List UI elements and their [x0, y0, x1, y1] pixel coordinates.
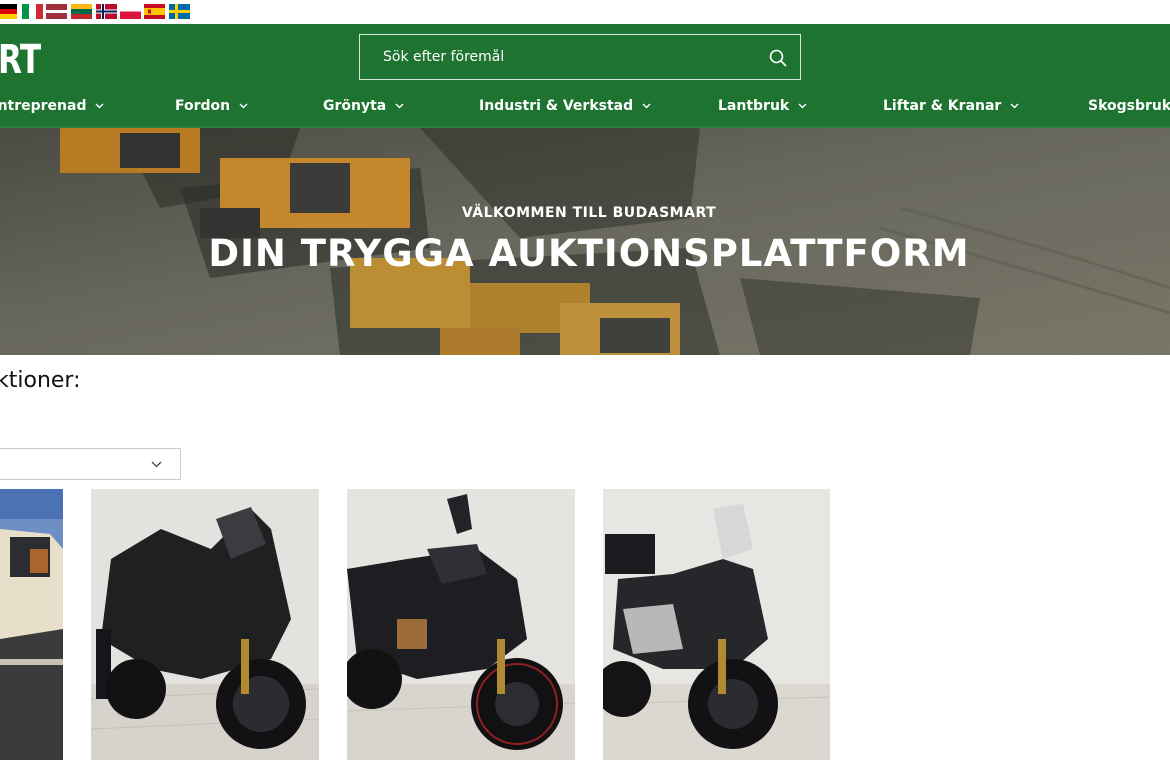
hero-title: DIN TRYGGA AUKTIONSPLATTFORM [208, 232, 970, 275]
nav-item-entreprenad[interactable]: Entreprenad [0, 98, 104, 114]
chevron-down-icon [642, 103, 651, 109]
flag-lithuanian-icon[interactable] [71, 4, 92, 19]
nav-item-gronyta[interactable]: Grönyta [323, 98, 404, 114]
site-header: RT Entreprenad Fordon Grönyta Industri &… [0, 24, 1170, 128]
hero-banner: VÄLKOMMEN TILL BUDASMART DIN TRYGGA AUKT… [0, 128, 1170, 355]
search-input[interactable] [360, 35, 800, 79]
site-logo[interactable]: RT [0, 37, 41, 83]
auction-card[interactable] [0, 489, 63, 760]
search-box[interactable] [359, 34, 801, 80]
auctions-heading: ktioner: [0, 368, 81, 393]
nav-item-industri-verkstad[interactable]: Industri & Verkstad [479, 98, 651, 114]
language-flags [0, 0, 1170, 24]
flag-italian-icon[interactable] [22, 4, 43, 19]
nav-item-label: Skogsbruk [1088, 98, 1170, 114]
auction-card[interactable] [347, 489, 575, 760]
nav-item-lantbruk[interactable]: Lantbruk [718, 98, 807, 114]
flag-swedish-icon[interactable] [169, 4, 190, 19]
maxi-scooter-photo [91, 489, 319, 760]
auction-card[interactable] [603, 489, 830, 760]
nav-item-skogsbruk[interactable]: Skogsbruk [1088, 98, 1170, 114]
flag-latvian-icon[interactable] [46, 4, 67, 19]
chevron-down-icon [239, 103, 248, 109]
hero-subtitle: VÄLKOMMEN TILL BUDASMART [461, 205, 717, 221]
naked-motorcycle-photo [347, 489, 575, 760]
nav-item-label: Grönyta [323, 98, 387, 114]
search-icon[interactable] [768, 48, 788, 68]
main-nav: Entreprenad Fordon Grönyta Industri & Ve… [0, 96, 1170, 128]
flag-norwegian-icon[interactable] [96, 4, 117, 19]
nav-item-label: Liftar & Kranar [883, 98, 1002, 114]
nav-item-fordon[interactable]: Fordon [175, 98, 248, 114]
flag-polish-icon[interactable] [120, 4, 141, 19]
nav-item-label: Fordon [175, 98, 231, 114]
chevron-down-icon [95, 103, 104, 109]
chevron-down-icon [395, 103, 404, 109]
nav-item-label: Industri & Verkstad [479, 98, 634, 114]
chevron-down-icon [151, 461, 162, 468]
car-photo [0, 489, 63, 760]
nav-item-liftar-kranar[interactable]: Liftar & Kranar [883, 98, 1019, 114]
flag-spanish-icon[interactable] [144, 4, 165, 19]
nav-item-label: Lantbruk [718, 98, 790, 114]
auction-card[interactable] [91, 489, 319, 760]
nav-item-label: Entreprenad [0, 98, 87, 114]
chevron-down-icon [1010, 103, 1019, 109]
flag-german-icon[interactable] [0, 4, 17, 19]
adventure-scooter-photo [603, 489, 830, 760]
chevron-down-icon [798, 103, 807, 109]
auction-filter-select[interactable] [0, 448, 181, 480]
